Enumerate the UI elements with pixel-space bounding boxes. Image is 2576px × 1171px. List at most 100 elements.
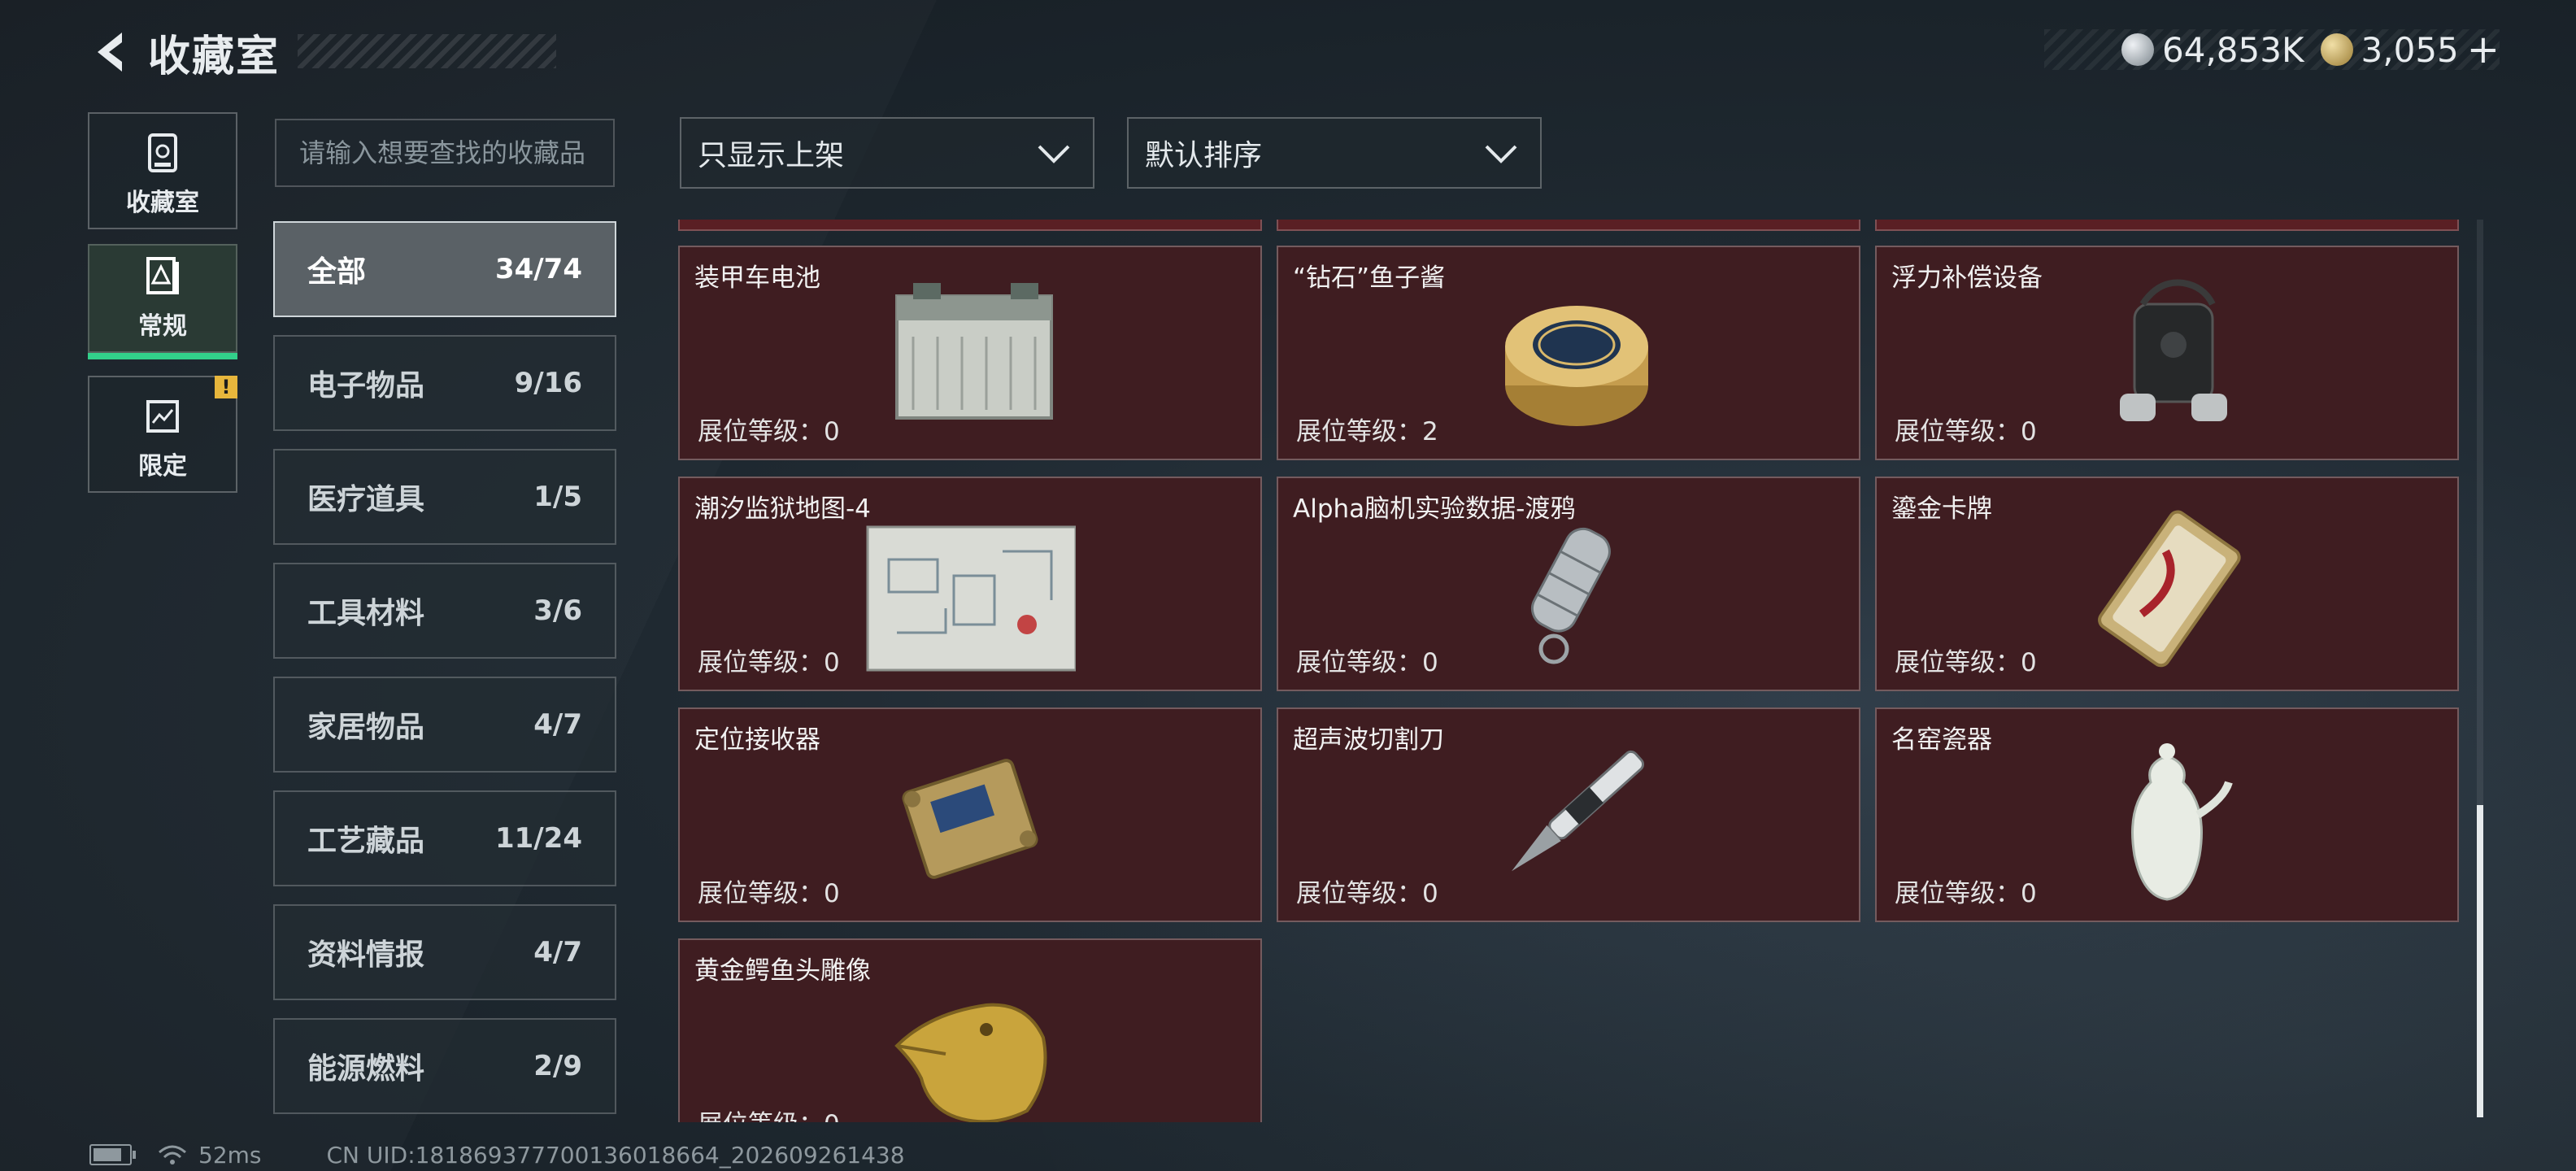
item-level: 展位等级：0 [1296,642,1438,678]
dropdown-value: 默认排序 [1145,139,1263,172]
scrollbar-thumb[interactable] [2477,805,2483,1117]
nav-collection-room[interactable]: 收藏室 [88,112,237,229]
category-name: 医疗道具 [307,483,425,516]
item-level: 展位等级：0 [698,1104,840,1122]
status-footer: 52ms CN UID:1818693777001360186​64_20260… [89,1138,905,1171]
item-level: 展位等级：0 [698,642,840,678]
gold-currency-value: 3,055 [2361,29,2459,70]
currency-bar: 64,853K 3,055 + [2044,27,2500,72]
collection-card[interactable]: 定位接收器 展位等级：0 [678,707,1262,922]
title-decoration [298,34,556,68]
porcelain-ewer-icon [2131,743,2233,901]
receiver-icon [902,759,1038,879]
partial-card [678,220,1262,231]
level-value: 0 [824,1110,840,1122]
collection-card[interactable]: 浮力补偿设备 展位等级：0 [1875,246,2459,460]
item-name: “钻石”鱼子酱 [1293,263,1446,293]
collection-card[interactable]: “钻石”鱼子酱 展位等级：2 [1277,246,1860,460]
item-level: 展位等级：0 [1296,873,1438,909]
item-level: 展位等级：0 [698,411,840,447]
collection-room-icon [148,133,177,172]
gold-crocodile-statue-icon [894,1003,1047,1122]
back-arrow-icon [98,33,122,72]
dropdown-value: 只显示上架 [698,139,845,172]
collection-card[interactable]: 黄金鳄鱼头雕像 展位等级：0 [678,938,1262,1122]
category-count: 2/9 [533,1050,582,1082]
category-energy[interactable]: 能源燃料 2/9 [273,1018,616,1114]
level-label: 展位等级： [1895,879,2021,908]
map-icon [866,525,1076,672]
item-level: 展位等级：0 [1895,411,2037,447]
category-count: 11/24 [494,822,582,855]
item-name: 名窑瓷器 [1891,725,1992,755]
search-input[interactable] [299,120,613,185]
level-label: 展位等级： [1895,648,2021,677]
category-name: 家居物品 [307,711,425,744]
category-tools[interactable]: 工具材料 3/6 [273,563,616,659]
battery-icon [89,1144,136,1165]
category-count: 1/5 [533,481,582,513]
level-value: 0 [2021,417,2037,446]
add-currency-button[interactable]: + [2467,27,2500,72]
partial-card [1277,220,1860,231]
category-electronics[interactable]: 电子物品 9/16 [273,335,616,431]
level-value: 0 [824,417,840,446]
chevron-down-icon [1485,145,1517,163]
nav-limited[interactable]: 限定 ! [88,376,237,493]
data-capsule-icon [1530,527,1611,664]
battery-icon [895,283,1053,420]
level-label: 展位等级： [698,648,824,677]
level-label: 展位等级： [698,879,824,908]
wifi-icon [159,1145,186,1164]
gilded-card-icon [2098,510,2241,668]
item-name: 装甲车电池 [694,263,820,293]
category-count: 34/74 [494,253,582,285]
category-crafts[interactable]: 工艺藏品 11/24 [273,790,616,886]
item-level: 展位等级：2 [1296,411,1438,447]
silver-currency-value: 64,853K [2162,29,2304,70]
category-all[interactable]: 全部 34/74 [273,221,616,317]
category-name: 全部 [307,255,367,289]
collection-card[interactable]: 潮汐监狱地图-4 展位等级：0 [678,477,1262,691]
limited-icon [146,400,179,433]
caviar-tin-icon [1505,306,1648,426]
level-label: 展位等级： [1296,417,1422,446]
collection-card[interactable]: Alpha脑机实验数据-渡鸦 展位等级：0 [1277,477,1860,691]
collection-card[interactable]: 名窑瓷器 展位等级：0 [1875,707,2459,922]
item-name: 定位接收器 [694,725,820,755]
item-name: 潮汐监狱地图-4 [694,494,871,524]
collection-card[interactable]: 超声波切割刀 展位等级：0 [1277,707,1860,922]
item-level: 展位等级：0 [1895,873,2037,909]
nav-regular[interactable]: 常规 [88,244,237,359]
category-count: 3/6 [533,594,582,627]
user-uid: CN UID:1818693777001360186​64_2026092614… [326,1141,905,1169]
nav-label: 收藏室 [126,189,199,217]
level-value: 0 [1422,648,1438,677]
level-label: 展位等级： [1296,648,1422,677]
category-count: 9/16 [514,367,582,399]
category-name: 资料情报 [307,938,425,972]
level-value: 0 [1422,879,1438,908]
header: 收藏室 [88,20,280,85]
collection-card[interactable]: 装甲车电池 展位等级：0 [678,246,1262,460]
buoyancy-device-icon [2120,279,2227,421]
regular-icon [146,257,179,294]
category-count: 4/7 [533,708,582,741]
chevron-down-icon [1038,145,1070,163]
collection-card[interactable]: 鎏金卡牌 展位等级：0 [1875,477,2459,691]
search-box[interactable] [275,119,615,187]
item-name: 鎏金卡牌 [1891,494,1992,524]
category-medical[interactable]: 医疗道具 1/5 [273,449,616,545]
listed-filter-dropdown[interactable]: 只显示上架 [680,117,1094,189]
collection-grid: 装甲车电池 展位等级：0 “钻石”鱼子酱 展位等级：2 浮力补偿设备 展位等级：… [678,220,2459,1122]
category-intel[interactable]: 资料情报 4/7 [273,904,616,1000]
alert-badge: ! [215,376,237,398]
page-title: 收藏室 [148,32,281,81]
level-label: 展位等级： [1296,879,1422,908]
category-household[interactable]: 家居物品 4/7 [273,677,616,773]
sort-dropdown[interactable]: 默认排序 [1127,117,1542,189]
silver-coin-icon [2121,33,2155,66]
back-button[interactable] [88,28,132,76]
partial-card [1875,220,2459,231]
item-name: Alpha脑机实验数据-渡鸦 [1293,494,1576,524]
